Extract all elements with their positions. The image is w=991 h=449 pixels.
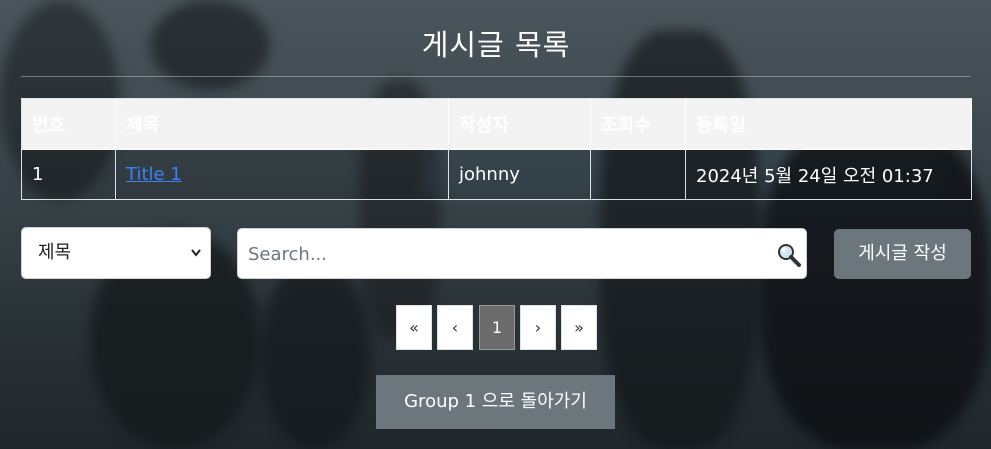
back-to-group-button[interactable]: Group 1 으로 돌아가기	[376, 375, 615, 429]
post-title-link[interactable]: Title 1	[126, 164, 182, 185]
page-next-button[interactable]: ›	[520, 305, 556, 350]
cell-title: Title 1	[115, 149, 449, 200]
cell-views	[590, 149, 686, 200]
page-first-button[interactable]: «	[396, 305, 432, 350]
table-row: 1 Title 1 johnny 2024년 5월 24일 오전 01:37	[21, 149, 972, 200]
table-header-row: 번호 제목 작성자 조회수 등록일	[21, 98, 972, 150]
write-post-button[interactable]: 게시글 작성	[834, 229, 971, 279]
cell-author: johnny	[448, 149, 591, 200]
magnifier-icon[interactable]	[776, 242, 802, 268]
page-title: 게시글 목록	[421, 28, 571, 62]
header-views: 조회수	[590, 98, 686, 150]
page-current-button[interactable]: 1	[479, 305, 515, 350]
search-input[interactable]	[238, 229, 770, 280]
title-divider	[21, 76, 971, 77]
header-title: 제목	[115, 98, 449, 150]
post-table: 번호 제목 작성자 조회수 등록일 1 Title 1 johnny 2024년…	[21, 98, 972, 200]
header-date: 등록일	[685, 98, 972, 150]
board-page: 게시글 목록 번호 제목 작성자 조회수 등록일 1 Title 1 johnn…	[21, 0, 972, 429]
search-controls: 제목 게시글 작성	[21, 227, 971, 280]
chevron-down-icon	[190, 228, 202, 300]
page-last-button[interactable]: »	[561, 305, 597, 350]
header-number: 번호	[21, 98, 116, 150]
search-box	[237, 228, 807, 280]
cell-number: 1	[21, 149, 116, 200]
page-prev-button[interactable]: ‹	[437, 305, 473, 350]
search-field-value: 제목	[38, 242, 72, 263]
header-author: 작성자	[448, 98, 591, 150]
cell-date: 2024년 5월 24일 오전 01:37	[685, 149, 972, 200]
search-field-select[interactable]: 제목	[21, 227, 211, 279]
